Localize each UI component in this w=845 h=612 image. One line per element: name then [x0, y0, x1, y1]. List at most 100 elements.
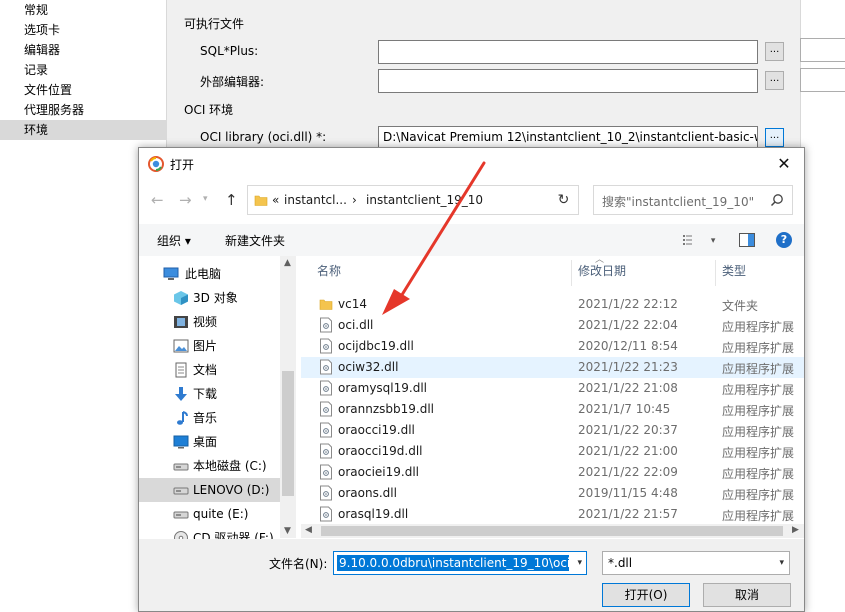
cube-icon: [173, 290, 189, 306]
column-divider[interactable]: [571, 260, 572, 286]
sqlplus-browse-button[interactable]: ...: [765, 42, 784, 61]
breadcrumb-separator[interactable]: ›: [352, 193, 357, 207]
dialog-footer: 文件名(N): 9.10.0.0.0dbru\instantclient_19_…: [139, 539, 804, 611]
filename-input[interactable]: 9.10.0.0.0dbru\instantclient_19_10\oci.d…: [333, 551, 587, 575]
scroll-right-icon[interactable]: ▶: [792, 525, 799, 535]
nav-tree-label: quite (E:): [193, 507, 249, 521]
nav-tree-item[interactable]: 本地磁盘 (C:): [139, 454, 296, 478]
file-row[interactable]: vc14 2021/1/22 22:12 文件夹: [301, 294, 804, 315]
open-button[interactable]: 打开(O): [602, 583, 690, 607]
preferences-nav-item[interactable]: 编辑器: [0, 40, 167, 60]
file-name: oraocci19d.dll: [338, 444, 423, 458]
nav-tree-item[interactable]: 此电脑: [139, 262, 296, 286]
music-icon: [173, 410, 189, 426]
drive-icon: [173, 482, 189, 498]
file-row[interactable]: orannzsbb19.dll 2021/1/7 10:45 应用程序扩展: [301, 399, 804, 420]
nav-tree-item[interactable]: quite (E:): [139, 502, 296, 526]
folder-icon: [254, 195, 268, 206]
help-icon[interactable]: ?: [776, 232, 792, 248]
refresh-icon[interactable]: ↻: [549, 185, 579, 215]
section-executables-title: 可执行文件: [184, 17, 245, 31]
back-arrow-icon[interactable]: ←: [151, 191, 164, 209]
file-row[interactable]: oramysql19.dll 2021/1/22 21:08 应用程序扩展: [301, 378, 804, 399]
file-name: oraocci19.dll: [338, 423, 415, 437]
cancel-button[interactable]: 取消: [703, 583, 791, 607]
external-editor-input[interactable]: [378, 69, 758, 93]
scrollbar-thumb[interactable]: [321, 526, 783, 536]
file-date: 2021/1/22 21:57: [578, 507, 678, 521]
nav-tree-item[interactable]: 3D 对象: [139, 286, 296, 310]
file-type: 应用程序扩展: [722, 320, 795, 334]
navigation-scrollbar[interactable]: ▲ ▼: [280, 256, 296, 538]
navigation-pane: 此电脑 3D 对象 视频图片文档下载 音乐桌面本地磁盘 (C:) LENOVO (D:)…: [139, 256, 296, 545]
scroll-down-icon[interactable]: ▼: [284, 526, 291, 536]
preferences-nav-item[interactable]: 文件位置: [0, 80, 167, 100]
new-folder-button[interactable]: 新建文件夹: [225, 232, 285, 249]
external-editor-label: 外部编辑器:: [200, 75, 265, 89]
preferences-nav-item[interactable]: 选项卡: [0, 20, 167, 40]
oci-library-browse-button[interactable]: ...: [765, 128, 784, 147]
dll-file-icon: [319, 422, 333, 438]
horizontal-scrollbar[interactable]: ◀ ▶: [301, 524, 804, 538]
file-row[interactable]: oraocci19.dll 2021/1/22 20:37 应用程序扩展: [301, 420, 804, 441]
preview-pane-icon[interactable]: [739, 233, 755, 247]
file-row[interactable]: orasql19.dll 2021/1/22 21:57 应用程序扩展: [301, 504, 804, 525]
dialog-titlebar: 打开 ✕: [139, 148, 804, 179]
file-row[interactable]: ocijdbc19.dll 2020/12/11 8:54 应用程序扩展: [301, 336, 804, 357]
address-bar[interactable]: « instantcl... › instantclient_19_10 ▾: [247, 185, 660, 215]
file-row[interactable]: oraociei19.dll 2021/1/22 22:09 应用程序扩展: [301, 462, 804, 483]
folder-icon: [319, 296, 333, 312]
scrollbar-thumb[interactable]: [282, 371, 294, 496]
column-header-type[interactable]: 类型: [722, 260, 746, 286]
external-editor-browse-button[interactable]: ...: [765, 71, 784, 90]
preferences-nav-item[interactable]: 代理服务器: [0, 100, 167, 120]
file-date: 2021/1/22 21:00: [578, 444, 678, 458]
breadcrumb-item[interactable]: instantcl...: [284, 193, 347, 207]
up-arrow-icon[interactable]: ↑: [225, 191, 238, 209]
chevron-down-icon[interactable]: ▾: [577, 558, 582, 568]
preferences-nav-item[interactable]: 环境: [0, 120, 167, 140]
column-header-modified[interactable]: 修改日期: [578, 260, 626, 286]
nav-tree-item[interactable]: 下载: [139, 382, 296, 406]
nav-tree-item[interactable]: 视频: [139, 310, 296, 334]
file-row[interactable]: oraons.dll 2019/11/15 4:48 应用程序扩展: [301, 483, 804, 504]
nav-tree-item[interactable]: 文档: [139, 358, 296, 382]
file-type: 应用程序扩展: [722, 467, 795, 481]
breadcrumb-overflow[interactable]: «: [272, 193, 279, 207]
file-row[interactable]: oraocci19d.dll 2021/1/22 21:00 应用程序扩展: [301, 441, 804, 462]
close-icon[interactable]: ✕: [764, 148, 804, 179]
dll-file-icon: [319, 380, 333, 396]
nav-tree-label: 文档: [193, 363, 218, 377]
nav-tree-item[interactable]: 图片: [139, 334, 296, 358]
nav-tree-item[interactable]: 音乐: [139, 406, 296, 430]
file-row[interactable]: oci.dll 2021/1/22 22:04 应用程序扩展: [301, 315, 804, 336]
recent-locations-icon[interactable]: ▾: [203, 194, 208, 204]
dll-file-icon: [319, 401, 333, 417]
command-bar: 组织 ▾ 新建文件夹 ▾ ?: [139, 224, 804, 256]
search-input[interactable]: 搜索"instantclient_19_10": [593, 185, 793, 215]
file-type: 应用程序扩展: [722, 383, 795, 397]
scroll-up-icon[interactable]: ▲: [284, 258, 291, 268]
view-options-icon[interactable]: ▾: [683, 232, 715, 246]
scroll-left-icon[interactable]: ◀: [305, 525, 312, 535]
nav-tree-label: 图片: [193, 339, 218, 353]
column-divider[interactable]: [715, 260, 716, 286]
file-row[interactable]: ociw32.dll 2021/1/22 21:23 应用程序扩展: [301, 357, 804, 378]
preferences-nav-item[interactable]: 常规: [0, 0, 167, 20]
breadcrumb-item[interactable]: instantclient_19_10: [366, 193, 483, 207]
chevron-down-icon[interactable]: ▾: [779, 558, 784, 568]
column-header-name[interactable]: 名称: [317, 260, 341, 286]
sqlplus-input[interactable]: [378, 40, 758, 64]
file-type-filter-select[interactable]: *.dll ▾: [602, 551, 790, 575]
search-icon: [770, 194, 783, 207]
nav-tree-item[interactable]: 桌面: [139, 430, 296, 454]
organize-button[interactable]: 组织 ▾: [157, 232, 191, 249]
sqlplus-label: SQL*Plus:: [200, 44, 259, 58]
nav-tree-item[interactable]: LENOVO (D:): [139, 478, 296, 502]
preferences-nav-item[interactable]: 记录: [0, 60, 167, 80]
file-name: vc14: [338, 297, 367, 311]
search-placeholder: 搜索"instantclient_19_10": [602, 195, 755, 209]
dll-file-icon: [319, 485, 333, 501]
forward-arrow-icon[interactable]: →: [179, 191, 192, 209]
nav-tree-label: 桌面: [193, 435, 218, 449]
